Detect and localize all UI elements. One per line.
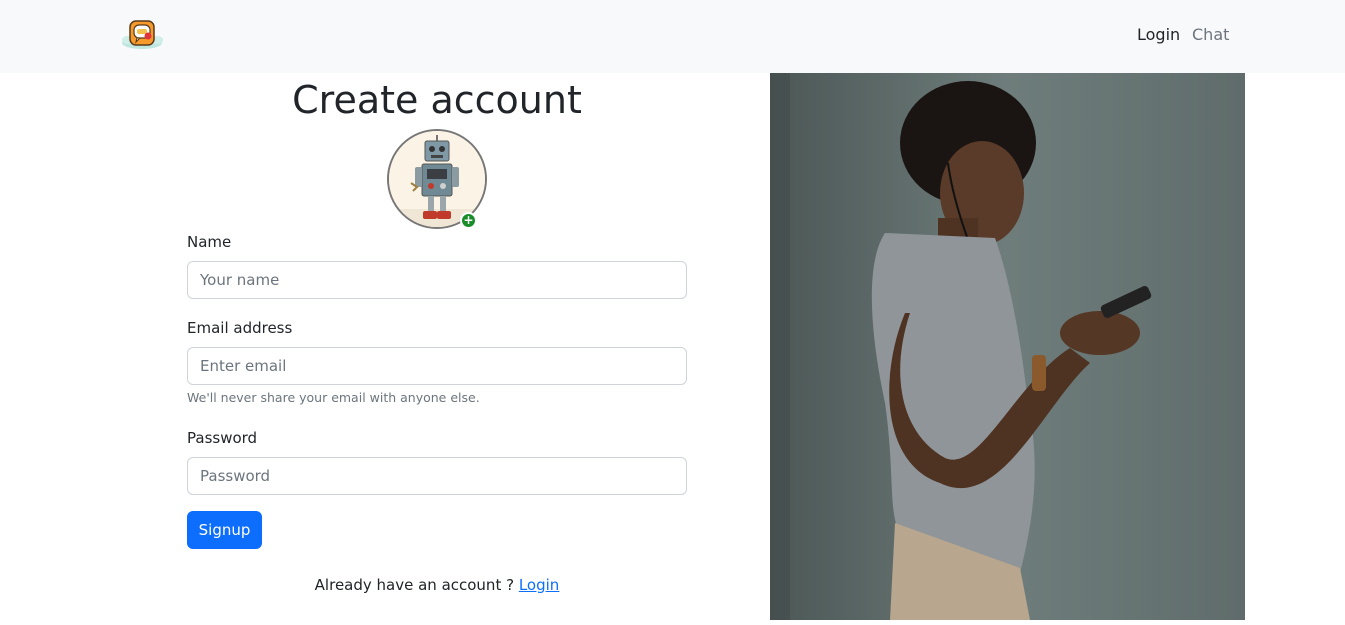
avatar-upload[interactable]: + (387, 129, 487, 229)
login-link[interactable]: Login (519, 576, 559, 594)
app-logo[interactable] (121, 16, 165, 52)
person-with-phone-photo-icon (770, 73, 1245, 620)
add-avatar-plus-icon[interactable]: + (460, 212, 477, 229)
password-input[interactable] (187, 457, 687, 495)
name-input[interactable] (187, 261, 687, 299)
nav-login-link[interactable]: Login (1137, 25, 1180, 45)
email-help-text: We'll never share your email with anyone… (187, 390, 480, 405)
page-title: Create account (292, 78, 582, 122)
hero-photo (770, 73, 1245, 620)
navbar: Login Chat (0, 0, 1345, 73)
chat-bubble-logo-icon (122, 20, 163, 49)
login-prompt-text: Already have an account ? (314, 576, 515, 594)
email-label: Email address (187, 319, 293, 337)
email-input[interactable] (187, 347, 687, 385)
name-label: Name (187, 233, 232, 251)
password-label: Password (187, 429, 258, 447)
signup-button[interactable]: Signup (187, 511, 262, 549)
nav-chat-link[interactable]: Chat (1192, 25, 1229, 45)
login-prompt: Already have an account ? Login (187, 575, 687, 595)
